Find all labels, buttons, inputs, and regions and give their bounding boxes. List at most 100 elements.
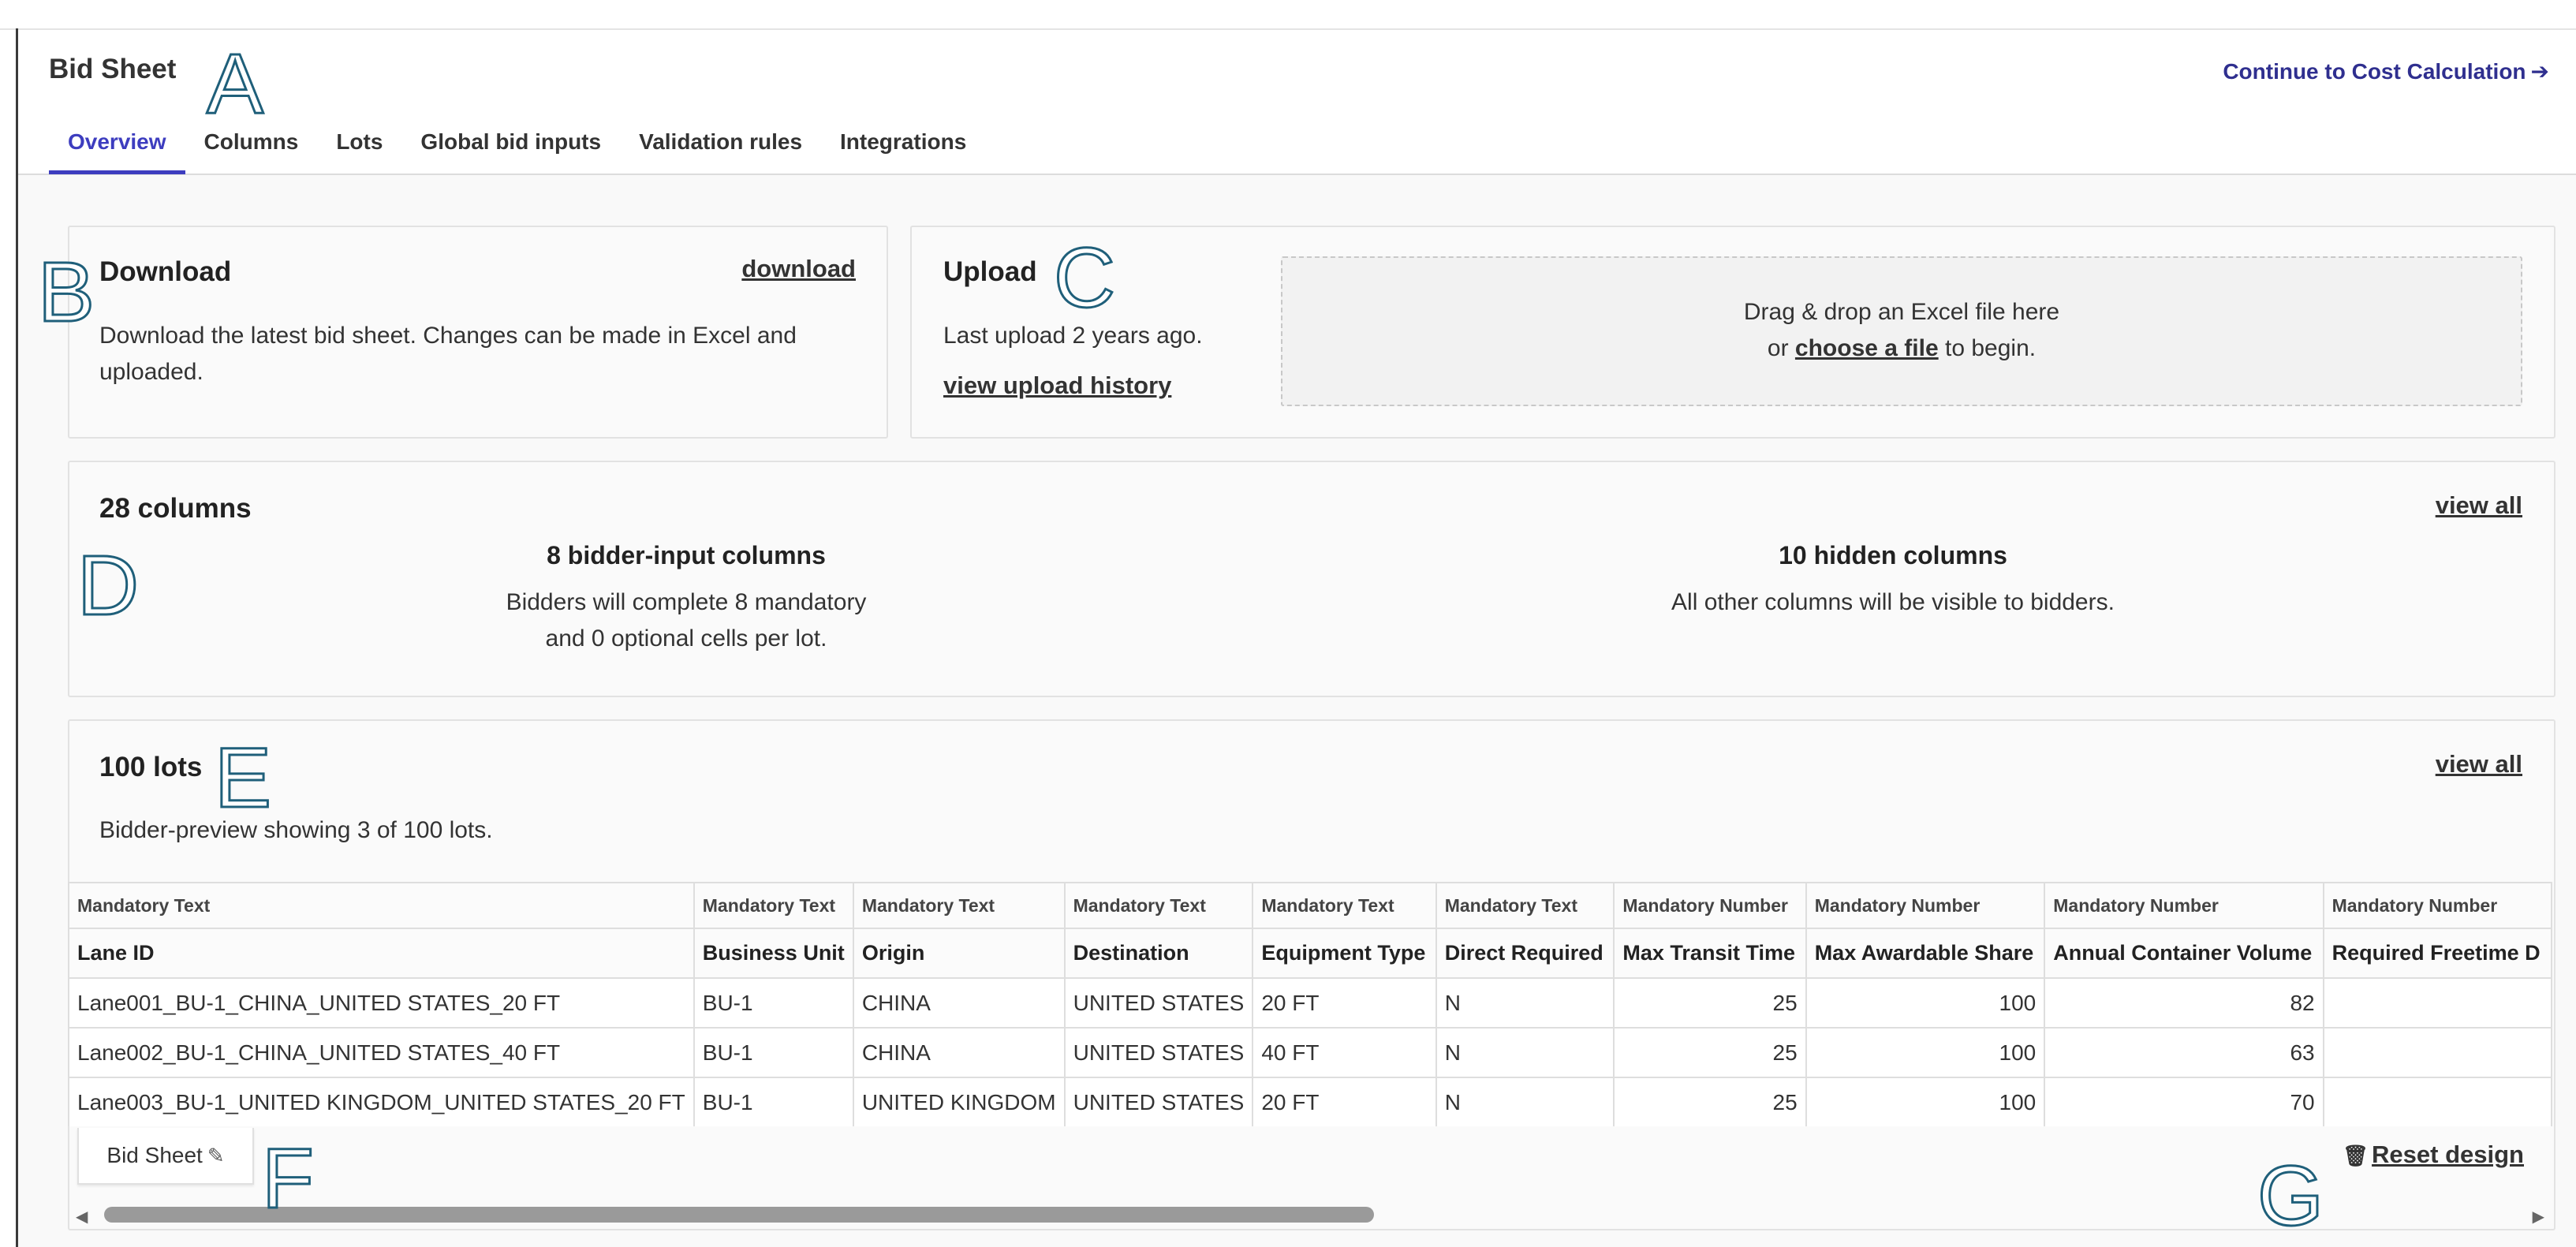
page-title: Bid Sheet (49, 54, 177, 84)
table-cell: N (1435, 1027, 1615, 1078)
edit-icon: ✎ (207, 1144, 225, 1167)
table-cell: Lane003_BU-1_UNITED KINGDOM_UNITED STATE… (68, 1077, 695, 1126)
download-link[interactable]: download (741, 255, 856, 283)
columns-view-all-link[interactable]: view all (2436, 491, 2522, 520)
annotation-marker-c: C (1053, 230, 1117, 325)
bid-sheet-tab-label: Bid Sheet (106, 1143, 203, 1167)
horizontal-scrollbar[interactable]: ◀ ▶ (76, 1202, 2544, 1227)
table-cell: N (1435, 977, 1615, 1029)
column-header: Equipment Type (1252, 928, 1437, 979)
table-cell (2322, 977, 2552, 1029)
reset-design-label: Reset design (2372, 1141, 2524, 1168)
tab-integrations[interactable]: Integrations (821, 118, 985, 174)
annotation-marker-e: E (213, 730, 272, 825)
table-cell: 40 FT (1252, 1027, 1437, 1078)
download-description-line2: uploaded. (99, 359, 203, 385)
table-cell: 82 (2044, 977, 2324, 1029)
bidder-input-line1: Bidders will complete 8 mandatory (506, 589, 867, 615)
lots-preview-table: Mandatory Text Mandatory Text Mandatory … (68, 882, 2552, 1126)
type-cell: Mandatory Text (693, 882, 854, 929)
table-cell: BU-1 (693, 1027, 854, 1078)
bid-sheet-tab[interactable]: Bid Sheet ✎ (77, 1128, 254, 1185)
table-cell: 20 FT (1252, 1077, 1437, 1126)
lots-preview-text: Bidder-preview showing 3 of 100 lots. (99, 817, 493, 843)
type-cell: Mandatory Number (2322, 882, 2552, 929)
annotation-marker-g: G (2256, 1148, 2324, 1243)
type-cell: Mandatory Number (1613, 882, 1807, 929)
type-cell: Mandatory Number (1805, 882, 2046, 929)
table-row: Lane003_BU-1_UNITED KINGDOM_UNITED STATE… (68, 1077, 2552, 1126)
table-cell: 70 (2044, 1077, 2324, 1126)
column-header: Origin (852, 928, 1066, 979)
column-header: Max Transit Time (1613, 928, 1807, 979)
type-cell: Mandatory Text (68, 882, 695, 929)
choose-file-link[interactable]: choose a file (1795, 335, 1939, 361)
type-cell: Mandatory Number (2044, 882, 2324, 929)
column-header: Annual Container Volume (2044, 928, 2324, 979)
type-cell: Mandatory Text (1063, 882, 1254, 929)
table-cell: 25 (1613, 977, 1807, 1029)
file-dropzone[interactable]: Drag & drop an Excel file here or choose… (1281, 256, 2522, 406)
view-upload-history-link[interactable]: view upload history (943, 371, 1171, 400)
dropzone-instruction: Drag & drop an Excel file here (1743, 299, 2060, 325)
continue-to-cost-calculation-link[interactable]: Continue to Cost Calculation ➔ (2223, 58, 2549, 84)
left-edge-rule (16, 28, 18, 1247)
table-cell: CHINA (852, 977, 1066, 1029)
table-row: Lane001_BU-1_CHINA_UNITED STATES_20 FT B… (68, 977, 2552, 1029)
column-header: Direct Required (1435, 928, 1615, 979)
scroll-right-arrow-icon[interactable]: ▶ (2533, 1207, 2544, 1226)
column-header: Lane ID (68, 928, 695, 979)
column-header: Business Unit (693, 928, 854, 979)
download-description-line1: Download the latest bid sheet. Changes c… (99, 323, 797, 349)
reset-design-button[interactable]: 🗑 Reset design (2343, 1141, 2524, 1169)
table-cell: BU-1 (693, 1077, 854, 1126)
column-header: Max Awardable Share (1805, 928, 2046, 979)
table-cell: 100 (1805, 1027, 2046, 1078)
table-cell: Lane001_BU-1_CHINA_UNITED STATES_20 FT (68, 977, 695, 1029)
hidden-columns-heading: 10 hidden columns (1779, 541, 2007, 569)
trash-icon: 🗑 (2343, 1144, 2369, 1167)
tab-validation-rules[interactable]: Validation rules (620, 118, 821, 174)
annotation-marker-a: A (205, 35, 264, 131)
table-cell: 100 (1805, 1077, 2046, 1126)
lots-title: 100 lots (99, 752, 203, 782)
table-cell: 100 (1805, 977, 2046, 1029)
lots-view-all-link[interactable]: view all (2436, 750, 2522, 778)
column-header: Required Freetime D (2322, 928, 2552, 979)
dropzone-suffix: to begin. (1938, 335, 2037, 361)
bidder-input-line2: and 0 optional cells per lot. (545, 625, 827, 652)
type-cell: Mandatory Text (1252, 882, 1437, 929)
hidden-columns-text: All other columns will be visible to bid… (1671, 589, 2115, 615)
upload-title: Upload (943, 256, 1037, 287)
bidder-input-heading: 8 bidder-input columns (547, 541, 826, 569)
table-header-row: Lane ID Business Unit Origin Destination… (68, 928, 2552, 979)
columns-title: 28 columns (99, 493, 252, 524)
bidder-input-summary: 8 bidder-input columns Bidders will comp… (418, 541, 954, 657)
type-cell: Mandatory Text (1435, 882, 1615, 929)
table-cell: BU-1 (693, 977, 854, 1029)
table-cell (2322, 1077, 2552, 1126)
lots-table: Mandatory Text Mandatory Text Mandatory … (68, 882, 2552, 1126)
arrow-right-icon: ➔ (2530, 59, 2549, 84)
annotation-marker-b: B (36, 244, 95, 339)
annotation-marker-d: D (77, 537, 140, 633)
column-header: Destination (1063, 928, 1254, 979)
table-cell: 63 (2044, 1027, 2324, 1078)
table-cell: UNITED KINGDOM (852, 1077, 1066, 1126)
table-cell: 25 (1613, 1027, 1807, 1078)
scroll-left-arrow-icon[interactable]: ◀ (76, 1207, 88, 1226)
hidden-columns-summary: 10 hidden columns All other columns will… (1577, 541, 2208, 621)
table-cell: 20 FT (1252, 977, 1437, 1029)
dropzone-choose-line: or choose a file to begin. (1282, 335, 2521, 362)
annotation-marker-f: F (261, 1130, 315, 1226)
tab-overview[interactable]: Overview (49, 118, 185, 174)
table-cell: UNITED STATES (1063, 977, 1254, 1029)
table-cell: Lane002_BU-1_CHINA_UNITED STATES_40 FT (68, 1027, 695, 1078)
table-cell (2322, 1027, 2552, 1078)
table-cell: N (1435, 1077, 1615, 1126)
continue-label: Continue to Cost Calculation (2223, 59, 2526, 84)
dropzone-prefix: or (1767, 335, 1795, 361)
table-type-row: Mandatory Text Mandatory Text Mandatory … (68, 882, 2552, 929)
tab-lots[interactable]: Lots (317, 118, 401, 174)
tab-global-bid-inputs[interactable]: Global bid inputs (401, 118, 620, 174)
